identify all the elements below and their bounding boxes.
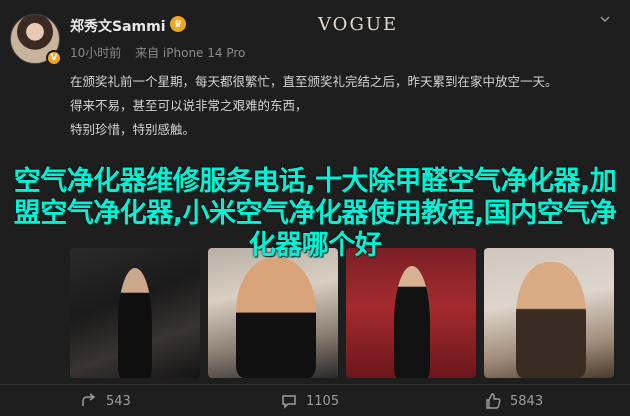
share-button[interactable]: 543	[80, 390, 131, 412]
verified-badge-icon: V	[46, 50, 62, 66]
weibo-post: V 郑秀文Sammi ♛ 10小时前 来自 iPhone 14 Pro 在颁奖礼…	[0, 0, 630, 416]
photo-figure	[236, 258, 316, 378]
photo-figure	[516, 262, 586, 378]
photo-figure	[118, 268, 152, 378]
crown-icon: ♛	[170, 16, 186, 32]
chevron-down-icon[interactable]	[596, 10, 614, 28]
photo-figure	[394, 266, 430, 378]
post-meta: 10小时前 来自 iPhone 14 Pro	[70, 44, 255, 61]
photo-vogue-text: VOGUE	[318, 14, 399, 35]
overlay-headline: 空气净化器维修服务电话,十大除甲醛空气净化器,加盟空气净化器,小米空气净化器使用…	[13, 166, 617, 261]
photo-2[interactable]	[208, 248, 338, 378]
post-device: 来自 iPhone 14 Pro	[135, 46, 246, 60]
share-count: 543	[106, 393, 131, 409]
post-paragraph: 得来不易，甚至可以说非常之艰难的东西，	[70, 98, 308, 113]
post-paragraph: 特别珍惜，特别感触。	[70, 122, 196, 137]
photo-grid	[70, 248, 616, 378]
like-count: 5843	[510, 393, 544, 409]
like-icon	[484, 392, 502, 410]
like-button[interactable]: 5843	[484, 390, 543, 412]
photo-1[interactable]	[70, 248, 200, 378]
post-text: 在颁奖礼前一个星期，每天都很繁忙，直至颁奖礼完结之后，昨天累到在家中放空一天。 …	[70, 70, 615, 142]
share-icon	[80, 392, 98, 410]
photo-3[interactable]	[346, 248, 476, 378]
comment-button[interactable]: 1105	[280, 390, 339, 412]
action-bar: 543 1105 5843	[0, 384, 630, 416]
username[interactable]: 郑秀文Sammi	[70, 16, 166, 36]
comment-icon	[280, 392, 298, 410]
photo-4[interactable]	[484, 248, 614, 378]
post-time[interactable]: 10小时前	[70, 46, 121, 60]
comment-count: 1105	[306, 393, 340, 409]
post-paragraph: 在颁奖礼前一个星期，每天都很繁忙，直至颁奖礼完结之后，昨天累到在家中放空一天。	[70, 74, 558, 89]
divider	[0, 384, 630, 385]
